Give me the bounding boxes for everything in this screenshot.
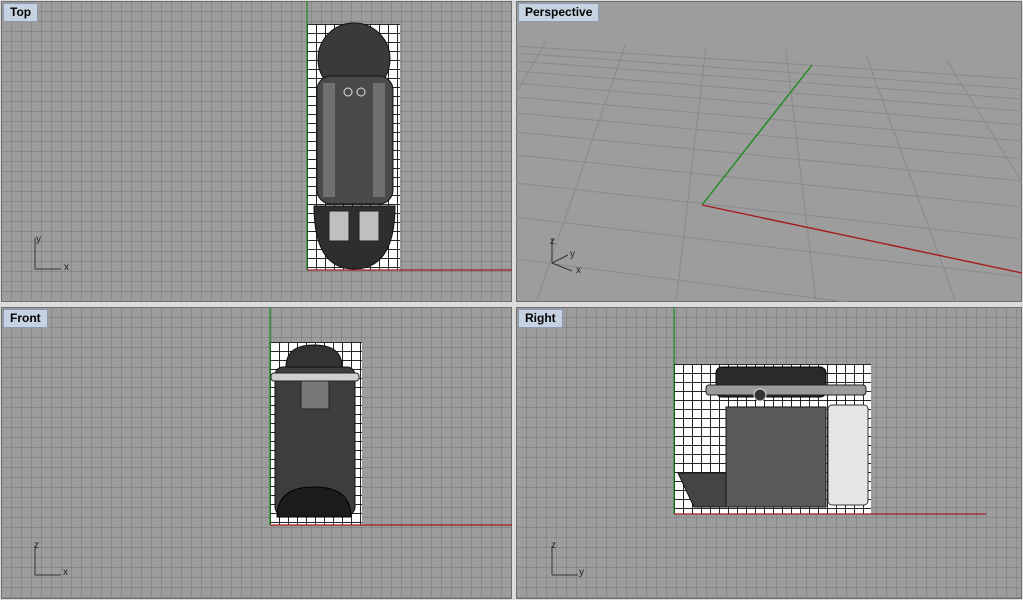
axis-label-z: z xyxy=(550,236,555,247)
axis-label-v: z xyxy=(34,540,39,551)
spout-shape xyxy=(300,380,330,410)
water-tank-side xyxy=(827,404,869,506)
drip-tray-side-shape xyxy=(677,472,727,508)
axis-label-x: x xyxy=(576,265,581,276)
axis-label-y: y xyxy=(570,249,575,260)
body-side-shape xyxy=(725,406,827,508)
viewport-perspective[interactable]: Perspective z y x xyxy=(516,1,1022,302)
grille-right xyxy=(358,210,380,242)
viewport-right[interactable]: Right z y xyxy=(516,307,1022,599)
axis-label-v: z xyxy=(551,540,556,551)
drip-tray-top-shape xyxy=(313,205,396,270)
handle-lever xyxy=(270,372,360,382)
tank-front-shape xyxy=(285,344,343,368)
x-axis-line xyxy=(701,204,1022,274)
body-highlight-right xyxy=(373,83,385,197)
axis-label-h: x xyxy=(64,262,69,273)
lever-pivot-icon xyxy=(753,388,767,402)
viewport-title-right[interactable]: Right xyxy=(518,309,563,328)
viewport-front[interactable]: Front z x xyxy=(1,307,512,599)
axis-label-h: y xyxy=(579,567,584,578)
axis-label-h: x xyxy=(63,567,68,578)
viewport-title-front[interactable]: Front xyxy=(3,309,48,328)
viewport-title-perspective[interactable]: Perspective xyxy=(518,3,600,22)
viewport-title-top[interactable]: Top xyxy=(3,3,39,22)
lever-side xyxy=(705,384,867,396)
axis-label-v: y xyxy=(36,234,41,245)
viewport-top[interactable]: Top y x xyxy=(1,1,512,302)
grille-left xyxy=(328,210,350,242)
body-highlight-left xyxy=(323,83,335,197)
